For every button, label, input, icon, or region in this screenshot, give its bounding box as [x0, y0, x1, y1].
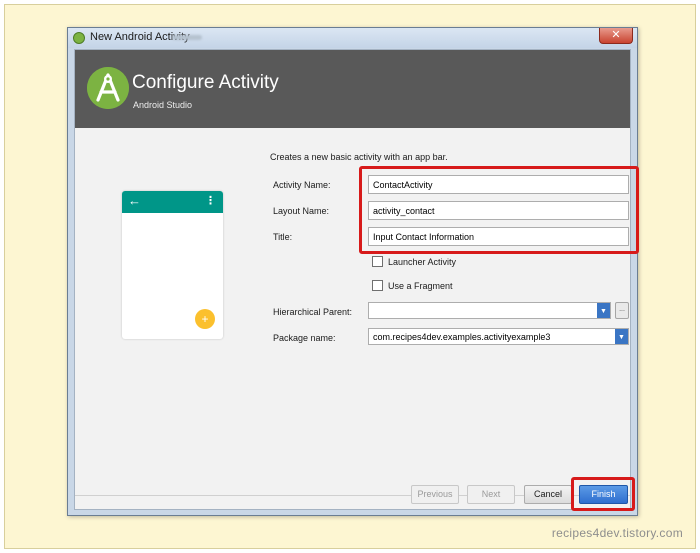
page-title: Configure Activity	[132, 72, 279, 93]
next-button[interactable]: Next	[467, 485, 515, 504]
template-description: Creates a new basic activity with an app…	[270, 152, 448, 162]
activity-preview: ← ⋮ +	[122, 191, 223, 339]
page-subtitle: Android Studio	[133, 100, 193, 110]
preview-app-bar: ← ⋮	[122, 191, 223, 213]
android-studio-icon	[73, 32, 85, 44]
blurred-title-suffix	[172, 35, 202, 40]
cancel-button[interactable]: Cancel	[524, 485, 572, 504]
hierarchical-parent-combo[interactable]: ▼	[368, 302, 611, 319]
title-bar[interactable]: New Android Activity ✕	[68, 28, 637, 48]
browse-parent-button[interactable]: ...	[615, 302, 629, 319]
layout-name-label: Layout Name:	[273, 206, 330, 216]
launcher-activity-label: Launcher Activity	[388, 257, 457, 267]
dialog-content: Configure Activity Android Studio ← ⋮ + …	[74, 49, 639, 511]
fields-highlight-box	[359, 166, 639, 254]
wizard-header: Configure Activity Android Studio	[75, 50, 630, 128]
launcher-activity-checkbox[interactable]	[372, 256, 383, 267]
title-label: Title:	[273, 232, 293, 242]
use-fragment-checkbox[interactable]	[372, 280, 383, 291]
watermark: recipes4dev.tistory.com	[551, 526, 683, 540]
new-android-activity-dialog: New Android Activity ✕ Configure Activit…	[67, 27, 639, 516]
finish-highlight-box	[571, 477, 635, 511]
back-arrow-icon: ←	[128, 193, 141, 208]
hierarchical-parent-label: Hierarchical Parent:	[273, 307, 353, 317]
package-name-dropdown-icon[interactable]: ▼	[615, 329, 628, 344]
use-fragment-label: Use a Fragment	[388, 281, 453, 291]
close-button[interactable]: ✕	[599, 28, 633, 44]
package-name-value: com.recipes4dev.examples.activityexample…	[373, 332, 551, 342]
fab-plus-icon: +	[195, 309, 215, 329]
android-studio-logo-icon	[87, 67, 129, 109]
package-name-combo[interactable]: com.recipes4dev.examples.activityexample…	[368, 328, 629, 345]
activity-name-label: Activity Name:	[273, 180, 331, 190]
hierarchical-parent-dropdown-icon[interactable]: ▼	[597, 303, 610, 318]
previous-button[interactable]: Previous	[411, 485, 459, 504]
package-name-label: Package name:	[273, 333, 336, 343]
overflow-menu-icon: ⋮	[205, 195, 216, 207]
